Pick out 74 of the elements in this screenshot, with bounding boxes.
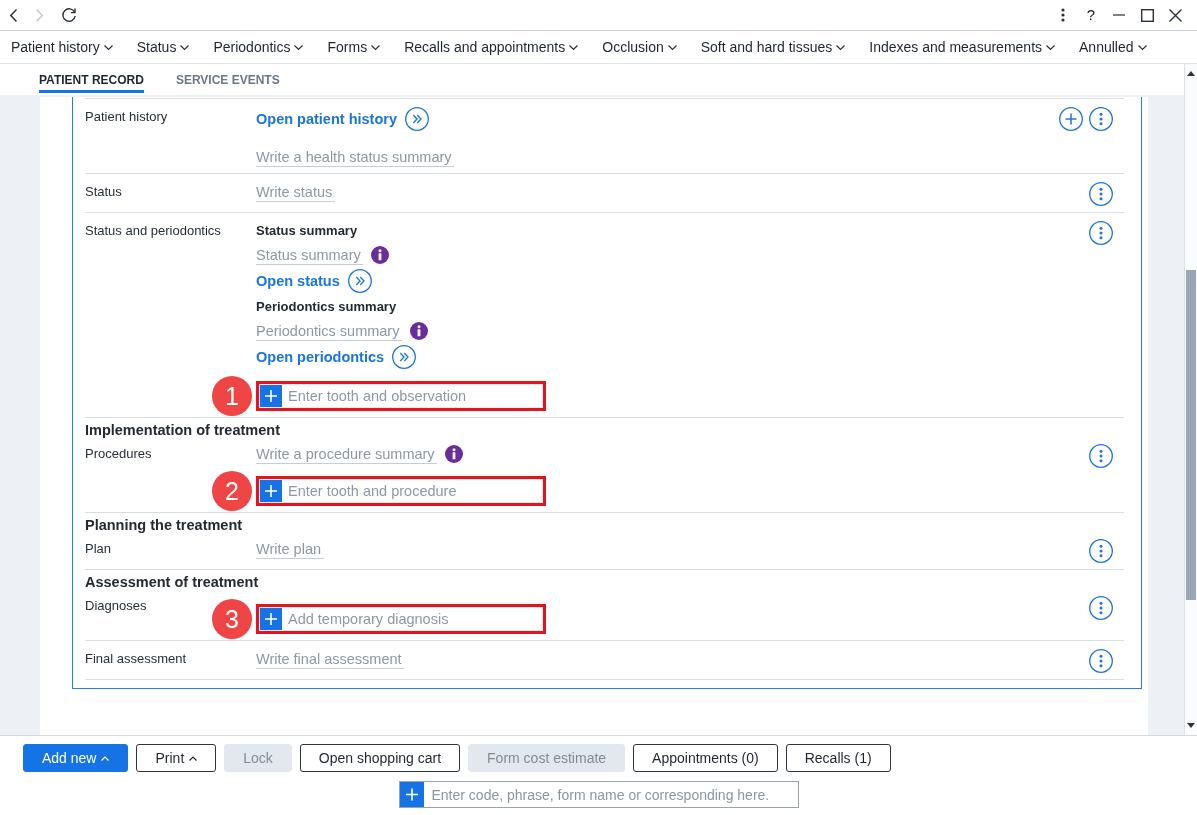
chevron-down-icon	[371, 44, 381, 50]
action-button[interactable]: Recalls (1)	[785, 744, 891, 772]
entry-field[interactable]: Enter tooth and procedure	[259, 479, 543, 503]
close-icon[interactable]	[1168, 8, 1182, 22]
field-label: Diagnoses	[85, 597, 147, 615]
summary-field[interactable]: Write a health status summary	[256, 147, 454, 167]
entry-field[interactable]: Add temporary diagnosis	[259, 607, 543, 631]
open-link[interactable]: Open periodontics	[256, 345, 417, 369]
chevron-down-icon	[294, 44, 304, 50]
step-badge: 1	[212, 376, 252, 416]
action-button[interactable]: Appointments (0)	[633, 744, 778, 772]
field-label: Final assessment	[85, 650, 187, 668]
action-button[interactable]: Open shopping cart	[299, 744, 461, 772]
help-button[interactable]: ?	[1086, 6, 1096, 24]
maximize-icon[interactable]	[1140, 8, 1154, 22]
entry-field[interactable]: Enter tooth and observation	[259, 384, 543, 408]
menu-item[interactable]: Soft and hard tissues	[700, 36, 846, 58]
info-icon[interactable]	[410, 322, 428, 340]
menu-item[interactable]: Status	[136, 36, 190, 58]
menu-item[interactable]: Patient history	[11, 36, 113, 58]
summary-field[interactable]: Write status	[256, 182, 335, 202]
summary-field[interactable]: Status summary	[256, 245, 363, 265]
more-icon[interactable]	[1061, 8, 1065, 22]
plus-icon[interactable]	[260, 608, 282, 630]
chevron-down-icon	[1046, 44, 1055, 50]
chevron-down-icon	[1137, 44, 1147, 50]
command-field[interactable]: Enter code, phrase, form name or corresponding here.	[398, 781, 799, 808]
chevron-down-icon	[103, 44, 113, 50]
open-link[interactable]: Open patient history	[256, 107, 429, 131]
field-label: Status	[85, 183, 122, 201]
scrollbar-thumb[interactable]	[1186, 270, 1196, 600]
scroll-up-icon[interactable]	[1187, 71, 1195, 76]
double-chevron-icon	[347, 269, 372, 293]
summary-field[interactable]: Write plan	[256, 539, 324, 559]
menu-item[interactable]: Indexes and measurements	[869, 36, 1055, 58]
summary-field[interactable]: Write a procedure summary	[256, 444, 437, 464]
menu-item[interactable]: Annulled	[1079, 36, 1147, 58]
section-heading: Planning the treatment	[85, 516, 244, 535]
section-heading: Assessment of treatment	[85, 573, 260, 592]
subheading: Periodontics summary	[256, 298, 397, 316]
plus-icon[interactable]	[260, 480, 282, 502]
summary-field[interactable]: Write final assessment	[256, 649, 404, 669]
plus-icon[interactable]	[399, 782, 424, 807]
field-label: Plan	[85, 540, 112, 558]
chevron-down-icon	[180, 44, 190, 50]
menu-item[interactable]: Periodontics	[213, 36, 304, 58]
scrollbar[interactable]	[1184, 64, 1197, 735]
double-chevron-icon	[392, 345, 417, 369]
double-chevron-icon	[405, 107, 429, 131]
scroll-down-icon[interactable]	[1187, 723, 1195, 728]
menu-item[interactable]: Recalls and appointments	[404, 36, 579, 58]
action-button[interactable]: Add new	[23, 744, 129, 772]
info-icon[interactable]	[371, 246, 389, 264]
chevron-down-icon	[836, 44, 846, 50]
menu-item[interactable]: Forms	[327, 36, 381, 58]
chevron-down-icon	[569, 44, 579, 50]
tab[interactable]: SERVICE EVENTS	[175, 64, 280, 93]
step-badge: 2	[212, 471, 252, 511]
field-label: Procedures	[85, 445, 152, 463]
open-link[interactable]: Open status	[256, 269, 372, 293]
chevron-down-icon	[667, 44, 677, 50]
plus-icon[interactable]	[260, 385, 282, 407]
menu-item[interactable]: Occlusion	[602, 36, 677, 58]
add-icon[interactable]	[1059, 107, 1083, 131]
summary-field[interactable]: Periodontics summary	[256, 321, 402, 341]
subheading: Status summary	[256, 222, 358, 240]
section-heading: Implementation of treatment	[85, 421, 281, 440]
reload-icon[interactable]	[62, 8, 76, 22]
action-button[interactable]: Print	[136, 744, 217, 772]
back-icon[interactable]	[10, 8, 17, 22]
info-icon[interactable]	[445, 445, 463, 463]
field-label: Patient history	[85, 108, 168, 126]
step-badge: 3	[212, 599, 252, 639]
field-label: Status and periodontics	[85, 222, 221, 240]
